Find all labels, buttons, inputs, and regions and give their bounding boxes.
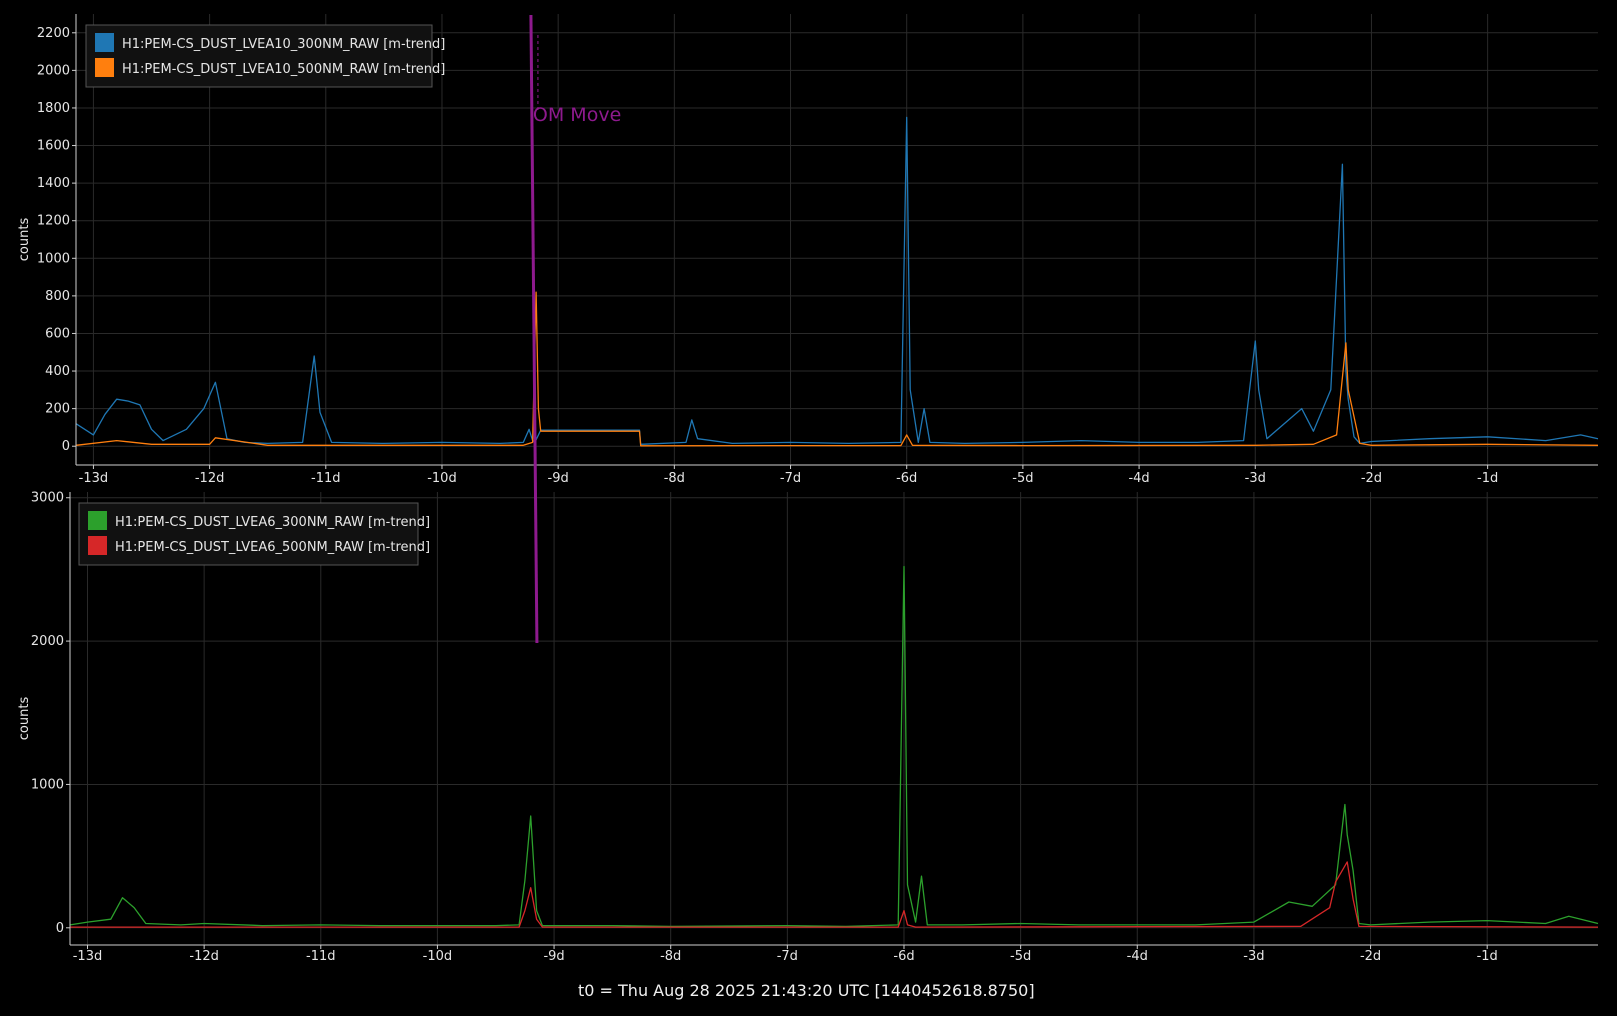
x-tick-label: -6d: [893, 949, 914, 964]
x-tick-label: -3d: [1243, 949, 1264, 964]
x-tick-label: -12d: [189, 949, 219, 964]
y-tick-label: 1400: [37, 176, 70, 191]
y-tick-label: 1000: [31, 777, 64, 792]
y-tick-label: 0: [62, 439, 70, 454]
x-tick-label: -8d: [664, 471, 685, 486]
series-line-1: [69, 565, 1599, 928]
y-tick-label: 2200: [37, 26, 70, 41]
bottom-plot-legend: H1:PEM-CS_DUST_LVEA6_300NM_RAW [m-trend]…: [78, 502, 430, 566]
x-tick-label: -10d: [427, 471, 457, 486]
x-tick-label: -10d: [423, 949, 453, 964]
y-tick-label: 400: [45, 364, 70, 379]
x-tick-label: -11d: [306, 949, 336, 964]
series-line-1: [75, 116, 1599, 445]
y-axis-label: counts: [17, 697, 32, 741]
x-tick-label: -7d: [780, 471, 801, 486]
x-tick-label: -5d: [1010, 949, 1031, 964]
y-tick-label: 1200: [37, 214, 70, 229]
y-tick-label: 1800: [37, 101, 70, 116]
top-plot-legend: H1:PEM-CS_DUST_LVEA10_300NM_RAW [m-trend…: [85, 24, 445, 88]
y-tick-label: 600: [45, 326, 70, 341]
x-tick-label: -8d: [660, 949, 681, 964]
legend-box: [78, 502, 419, 566]
ndscope-window: 0 200 400 600 800 1000 1200 1400 1600 1800 2000 220…: [0, 0, 1617, 1016]
x-tick-label: -9d: [548, 471, 569, 486]
legend-swatch-1: [95, 33, 114, 52]
legend-label-2: H1:PEM-CS_DUST_LVEA10_500NM_RAW [m-trend…: [122, 62, 445, 77]
y-tick-label: 1000: [37, 251, 70, 266]
x-tick-label: -13d: [79, 471, 109, 486]
x-tick-label: -1d: [1477, 949, 1498, 964]
x-tick-label: -6d: [896, 471, 917, 486]
bottom-plot-series: [69, 565, 1599, 928]
legend-swatch-2: [95, 58, 114, 77]
x-tick-label: -4d: [1128, 471, 1149, 486]
annotation-label: OM Move: [533, 104, 621, 126]
x-tick-label: -12d: [195, 471, 225, 486]
legend-swatch-2: [88, 536, 107, 555]
series-line-2: [70, 861, 1599, 928]
y-tick-label: 800: [45, 289, 70, 304]
x-tick-label: -11d: [311, 471, 341, 486]
legend-swatch-1: [88, 511, 107, 530]
plot-canvas: 0 200 400 600 800 1000 1200 1400 1600 1800 2000 220…: [17, 14, 1599, 1000]
top-plot-series: [75, 116, 1599, 447]
y-tick-label: 2000: [37, 63, 70, 78]
x-tick-label: -7d: [777, 949, 798, 964]
y-tick-label: 3000: [31, 491, 64, 506]
y-axis-label: counts: [17, 218, 32, 262]
y-tick-label: 2000: [31, 634, 64, 649]
legend-label-1: H1:PEM-CS_DUST_LVEA10_300NM_RAW [m-trend…: [122, 37, 445, 52]
legend-label-1: H1:PEM-CS_DUST_LVEA6_300NM_RAW [m-trend]: [115, 515, 430, 530]
y-tick-label: 0: [56, 921, 64, 936]
legend-label-2: H1:PEM-CS_DUST_LVEA6_500NM_RAW [m-trend]: [115, 540, 430, 555]
annotation-layer: OM Move: [529, 14, 621, 644]
x-tick-label: -9d: [543, 949, 564, 964]
x-tick-label: -2d: [1361, 471, 1382, 486]
legend-box: [85, 24, 433, 88]
y-tick-label: 200: [45, 402, 70, 417]
y-tick-label: 1600: [37, 139, 70, 154]
x-tick-label: -3d: [1245, 471, 1266, 486]
series-line-2: [75, 291, 1599, 447]
x-tick-label: -5d: [1012, 471, 1033, 486]
x-tick-label: -1d: [1477, 471, 1498, 486]
t0-footer: t0 = Thu Aug 28 2025 21:43:20 UTC [14404…: [578, 981, 1035, 1000]
x-tick-label: -4d: [1127, 949, 1148, 964]
x-tick-label: -13d: [73, 949, 103, 964]
x-tick-label: -2d: [1360, 949, 1381, 964]
